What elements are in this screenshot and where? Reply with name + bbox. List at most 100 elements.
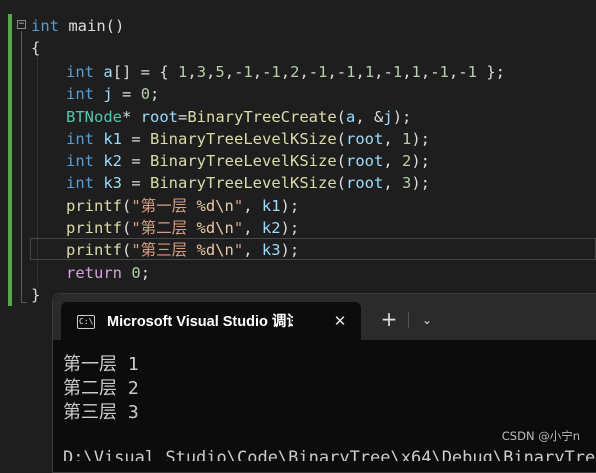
code-token: %d\n	[196, 197, 234, 215]
code-token: ,	[243, 241, 262, 259]
code-token: k1	[261, 197, 281, 215]
code-token: 3	[402, 174, 412, 192]
code-token: 1	[392, 63, 403, 81]
code-token: BinaryTreeLevelKSize	[150, 130, 337, 148]
code-line[interactable]: printf("第二层 %d\n", k2);	[66, 217, 299, 239]
code-token: int	[66, 152, 94, 170]
code-token: ,-	[252, 63, 272, 81]
tab-divider	[408, 312, 409, 328]
code-token: BinaryTreeLevelKSize	[150, 152, 337, 170]
code-token: ,	[383, 152, 402, 170]
code-token: 0	[140, 85, 151, 103]
code-line[interactable]: printf("第三层 %d\n", k3);	[66, 239, 299, 261]
code-token: [] = {	[112, 63, 179, 81]
code-token: 1	[402, 130, 412, 148]
tab-title: Microsoft Visual Studio 调试控制台	[107, 314, 293, 330]
code-token: =	[122, 130, 151, 148]
code-token: root	[346, 152, 384, 170]
console-output-line: 第三层 3	[63, 402, 139, 423]
code-token: return	[66, 264, 122, 282]
terminal-icon-glyph: C:\	[79, 317, 94, 326]
code-editor[interactable]: − int main(){int a[] = { 1,3,5,-1,-1,2,-…	[0, 0, 596, 310]
console-title-bar[interactable]: C:\ Microsoft Visual Studio 调试控制台 ✕ + ⌄	[53, 294, 596, 340]
fold-region-line	[21, 31, 22, 303]
code-token: 1	[364, 63, 375, 81]
code-token: =	[112, 85, 141, 103]
code-token: BTNode	[66, 108, 122, 126]
code-token: =	[122, 174, 151, 192]
code-token: k2	[261, 219, 281, 237]
code-token: "	[233, 219, 244, 237]
code-token: ,	[355, 63, 365, 81]
code-token: printf	[66, 219, 122, 237]
code-line[interactable]: int k2 = BinaryTreeLevelKSize(root, 2);	[66, 150, 430, 172]
code-token: int	[66, 130, 94, 148]
code-token: root	[346, 174, 384, 192]
code-line[interactable]: BTNode* root=BinaryTreeCreate(a, &j);	[66, 106, 411, 128]
code-token: "第三层	[131, 241, 197, 259]
code-line[interactable]: printf("第一层 %d\n", k1);	[66, 195, 299, 217]
code-line[interactable]: int a[] = { 1,3,5,-1,-1,2,-1,-1,1,-1,1,-…	[66, 61, 505, 83]
code-token: 0	[131, 264, 141, 282]
code-line[interactable]: return 0;	[66, 262, 150, 284]
code-token: ,	[402, 63, 412, 81]
code-token: ,	[187, 63, 197, 81]
code-token: ,	[243, 197, 262, 215]
code-line[interactable]: int k1 = BinaryTreeLevelKSize(root, 1);	[66, 128, 430, 150]
code-line[interactable]: {	[31, 37, 40, 59]
code-token: ,	[206, 63, 216, 81]
code-token: (	[336, 174, 346, 192]
new-tab-button[interactable]: +	[377, 308, 401, 332]
code-token: 2	[402, 152, 412, 170]
code-token: 1	[178, 63, 188, 81]
code-token: a	[103, 63, 113, 81]
console-output-line: 第二层 2	[63, 378, 139, 399]
code-line[interactable]: int j = 0;	[66, 83, 159, 105]
code-token: "	[233, 197, 244, 215]
code-token: (	[336, 152, 346, 170]
code-token: , &	[355, 108, 384, 126]
code-token: "第二层	[131, 219, 197, 237]
code-token: *	[122, 108, 141, 126]
code-token: =	[122, 152, 151, 170]
code-token: 1	[243, 63, 253, 81]
code-token: k3	[103, 174, 123, 192]
code-line[interactable]: }	[31, 284, 40, 306]
code-token: );	[411, 152, 431, 170]
code-token: "	[233, 241, 244, 259]
code-token: ;	[140, 264, 151, 282]
code-token: j	[103, 85, 113, 103]
code-token: 1	[439, 63, 449, 81]
code-token: 1	[271, 63, 281, 81]
code-token: (	[122, 219, 132, 237]
collapse-glyph: −	[18, 19, 25, 29]
code-token: BinaryTreeCreate	[187, 108, 337, 126]
code-token: }	[31, 286, 41, 304]
code-token: };	[476, 63, 505, 81]
code-token: ,	[383, 174, 402, 192]
code-line[interactable]: int main()	[31, 15, 124, 37]
collapse-icon[interactable]: −	[17, 20, 26, 29]
chevron-down-icon[interactable]: ⌄	[415, 308, 439, 332]
code-token: (	[336, 108, 346, 126]
change-indicator-bar	[8, 14, 12, 306]
code-token: 1	[411, 63, 421, 81]
console-output-line-partial: D:\Visual Studio\Code\BinaryTree\x64\Deb…	[63, 448, 596, 461]
code-token: ,-	[374, 63, 393, 81]
code-token: (	[336, 130, 346, 148]
console-tab[interactable]: C:\ Microsoft Visual Studio 调试控制台 ✕	[61, 302, 361, 340]
code-token: );	[280, 197, 300, 215]
debug-console-window[interactable]: C:\ Microsoft Visual Studio 调试控制台 ✕ + ⌄ …	[52, 293, 596, 473]
code-token: ,-	[224, 63, 244, 81]
code-token: ,-	[299, 63, 319, 81]
code-token: =	[178, 108, 188, 126]
close-icon[interactable]: ✕	[329, 310, 351, 332]
code-token: ,	[280, 63, 291, 81]
code-line[interactable]: int k3 = BinaryTreeLevelKSize(root, 3);	[66, 172, 430, 194]
code-token: a	[346, 108, 356, 126]
code-token: );	[280, 219, 300, 237]
code-token: 5	[215, 63, 225, 81]
